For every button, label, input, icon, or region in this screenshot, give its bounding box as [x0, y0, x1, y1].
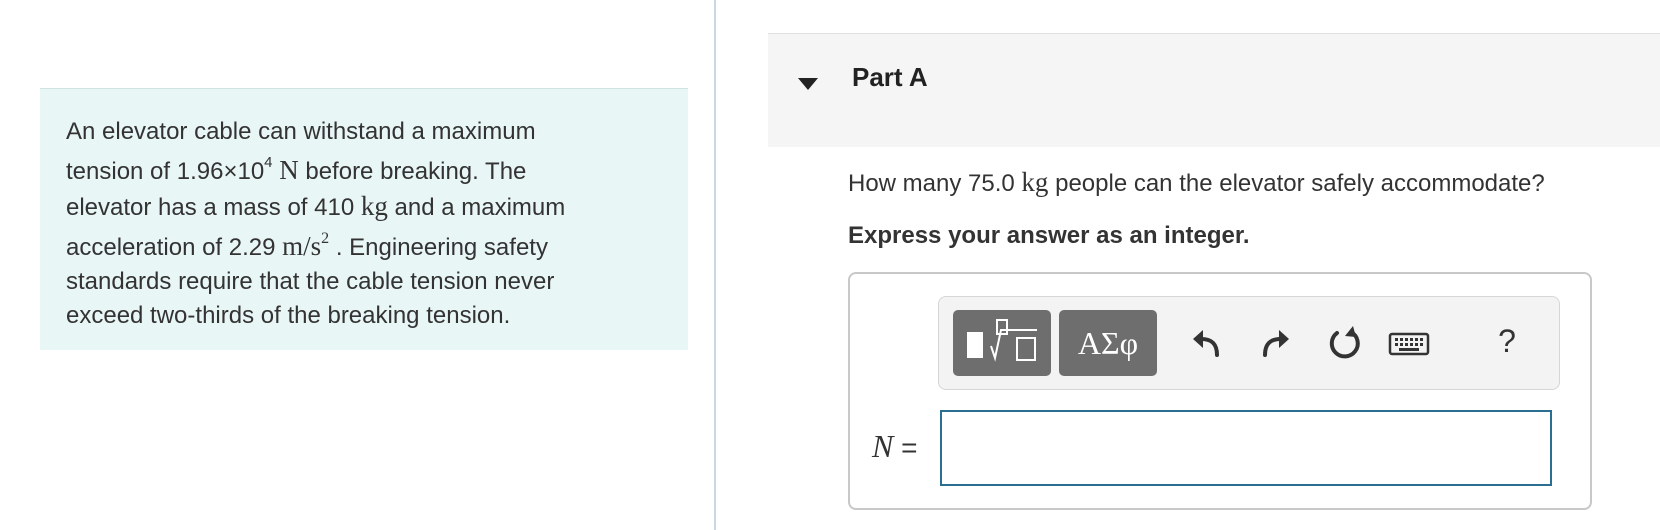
unit: kg — [360, 191, 388, 221]
exponent: 4 — [264, 154, 273, 171]
equals-sign: = — [893, 432, 918, 463]
math-toolbar: ΑΣφ ? — [938, 296, 1560, 390]
part-title: Part A — [852, 62, 928, 92]
question-text-segment: people can the elevator safely accommoda… — [1048, 170, 1545, 197]
reset-icon[interactable] — [1325, 323, 1365, 363]
problem-text-segment: exceed two-thirds of the breaking tensio… — [66, 302, 511, 329]
unit: kg — [1021, 167, 1049, 197]
problem-line: standards require that the cable tension… — [66, 265, 626, 299]
undo-icon[interactable] — [1187, 323, 1227, 363]
exponent: 2 — [321, 230, 330, 247]
page: An elevator cable can withstand a maximu… — [0, 0, 1660, 530]
problem-text-segment: standards require that the cable tension… — [66, 268, 555, 295]
templates-button[interactable] — [953, 310, 1051, 376]
problem-line: tension of 1.96×104 N before breaking. T… — [66, 149, 626, 189]
question-text: How many 75.0 kg people can the elevator… — [848, 167, 1545, 198]
problem-panel: An elevator cable can withstand a maximu… — [40, 88, 688, 350]
answer-instruction: Express your answer as an integer. — [848, 222, 1250, 249]
problem-statement: An elevator cable can withstand a maximu… — [66, 115, 626, 333]
problem-text-segment: . Engineering safety — [329, 234, 548, 261]
problem-text-segment: acceleration of 2.29 — [66, 234, 283, 261]
problem-text-segment: An elevator cable can withstand a maximu… — [66, 118, 536, 145]
redo-icon[interactable] — [1255, 323, 1295, 363]
answer-input[interactable] — [940, 410, 1552, 486]
problem-text-segment: and a maximum — [387, 194, 566, 221]
help-button[interactable]: ? — [1489, 323, 1525, 363]
answer-variable: N — [872, 428, 894, 464]
problem-text-segment: tension of 1.96×10 — [66, 158, 265, 185]
problem-line: exceed two-thirds of the breaking tensio… — [66, 299, 626, 333]
problem-text-segment: before breaking. The — [298, 158, 527, 185]
problem-line: acceleration of 2.29 m/s2 . Engineering … — [66, 225, 626, 265]
unit: N — [279, 155, 299, 185]
panel-divider — [714, 0, 716, 530]
answer-box: ΑΣφ ? N = — [848, 272, 1592, 510]
problem-line: An elevator cable can withstand a maximu… — [66, 115, 626, 149]
keyboard-icon[interactable] — [1387, 323, 1431, 363]
collapse-triangle-icon[interactable] — [796, 74, 820, 94]
question-text-segment: How many 75.0 — [848, 170, 1022, 197]
templates-icon — [967, 319, 1037, 362]
unit: m/s — [282, 231, 322, 261]
problem-line: elevator has a mass of 410 kg and a maxi… — [66, 189, 626, 225]
problem-text-segment: elevator has a mass of 410 — [66, 194, 361, 221]
answer-label: N = — [872, 428, 917, 465]
greek-symbols-button[interactable]: ΑΣφ — [1059, 310, 1157, 376]
part-header[interactable]: Part A — [768, 33, 1660, 147]
